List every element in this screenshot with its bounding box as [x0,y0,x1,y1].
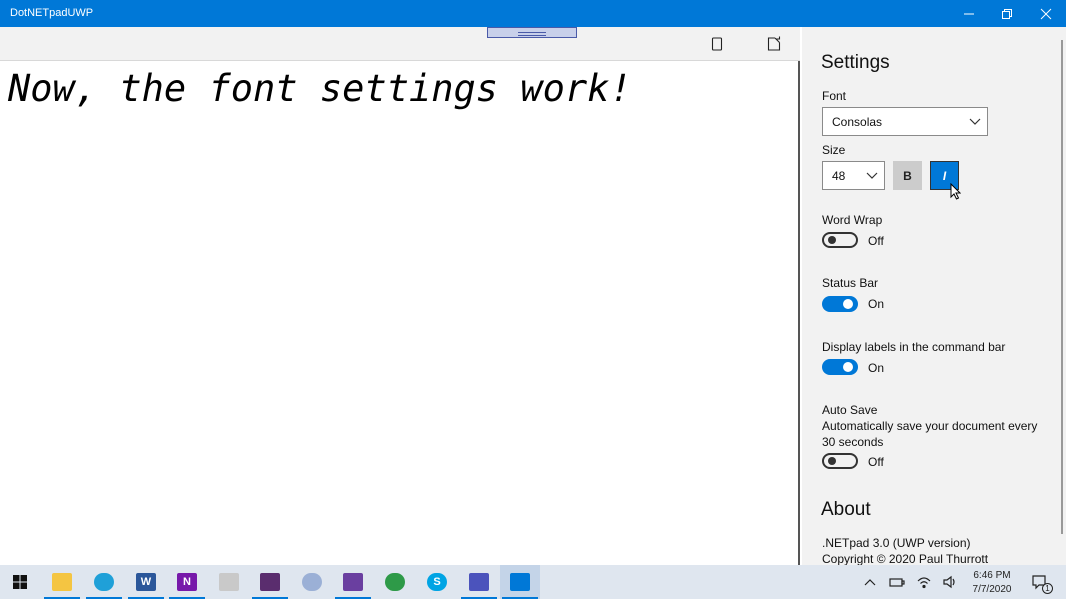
toggle-knob [843,362,853,372]
skype-icon: S [427,573,447,591]
size-value: 48 [832,169,846,183]
auto-save-toggle[interactable] [822,453,858,469]
taskbar-visual-studio[interactable] [333,565,373,599]
speaker-icon [943,575,955,589]
taskbar-onenote[interactable]: N [167,565,207,599]
status-bar-label: Status Bar [822,276,879,290]
word-wrap-state: Off [868,234,884,248]
chevron-down-icon [866,170,878,184]
taskbar-edge[interactable] [84,565,124,599]
editor-text[interactable]: Now, the font settings work! [8,67,632,110]
battery-button[interactable] [885,565,909,599]
settings-scrollbar[interactable] [1061,40,1063,534]
dotnetpad-icon [510,573,530,591]
notification-count-badge: 1 [1042,583,1053,594]
maps-icon [385,573,405,591]
title-bar: DotNETpadUWP [0,0,1066,27]
size-dropdown[interactable]: 48 [822,161,885,190]
settings-title: Settings [821,52,890,73]
file-explorer-icon [52,573,72,591]
onenote-icon: N [177,573,197,591]
chevron-up-icon [864,579,876,586]
action-center-button[interactable]: 1 [1028,565,1053,599]
paint-icon [302,573,322,591]
new-document-button[interactable] [706,34,728,54]
restore-icon [1002,8,1012,19]
taskbar-teams[interactable] [459,565,499,599]
taskbar-dotnetpad[interactable] [500,565,540,599]
status-bar-toggle[interactable] [822,296,858,312]
restore-button[interactable] [988,0,1026,27]
about-copyright: Copyright © 2020 Paul Thurrott [822,552,989,565]
taskbar-file-explorer[interactable] [42,565,82,599]
mouse-cursor-icon [950,182,962,205]
auto-save-label: Auto Save [822,403,878,417]
network-button[interactable] [912,565,936,599]
status-bar-state: On [868,297,885,311]
editor-area[interactable]: Now, the font settings work! [0,61,800,565]
bold-button[interactable]: B [893,161,922,190]
windows-logo-icon [13,575,27,589]
volume-button[interactable] [938,565,962,599]
taskbar-word[interactable]: W [126,565,166,599]
app-window: DotNETpadUWP Now, the font settings work… [0,0,1066,599]
chevron-down-icon [969,116,981,130]
toggle-knob [843,299,853,309]
show-hidden-icons-button[interactable] [858,565,882,599]
word-wrap-toggle[interactable] [822,232,858,248]
auto-save-description: Automatically save your document every 3… [822,419,1038,449]
display-labels-state: On [868,361,885,375]
minimize-button[interactable] [950,0,988,27]
taskbar-skype[interactable]: S [417,565,457,599]
toggle-knob [828,236,836,244]
font-dropdown[interactable]: Consolas [822,107,988,136]
start-button[interactable] [0,565,40,599]
minimize-icon [964,13,974,14]
open-file-icon [767,36,781,51]
word-icon: W [136,573,156,591]
wifi-icon [917,577,931,589]
taskbar-notepad[interactable] [209,565,249,599]
display-labels-label: Display labels in the command bar [822,340,1006,354]
affinity-photo-icon [260,573,280,591]
size-label: Size [822,143,846,157]
window-title: DotNETpadUWP [10,7,94,19]
clock-time: 6:46 PM [973,570,1011,581]
word-wrap-label: Word Wrap [822,213,883,227]
about-title: About [821,499,871,520]
visual-studio-icon [343,573,363,591]
font-value: Consolas [832,115,883,129]
taskbar: W N S 6:46 PM 7/7/2020 1 [0,565,1066,599]
notepad-icon [219,573,239,591]
command-bar [0,27,800,61]
font-label: Font [822,89,847,103]
clock-date: 7/7/2020 [972,584,1012,595]
close-icon [1040,8,1052,19]
settings-pane: Settings Font Consolas Size 48 B I Word … [802,27,1066,565]
drag-handle[interactable] [487,27,577,38]
taskbar-paint[interactable] [292,565,332,599]
close-button[interactable] [1027,0,1065,27]
taskbar-clock[interactable]: 6:46 PM 7/7/2020 [960,569,1024,597]
page-icon [711,37,723,51]
taskbar-maps[interactable] [375,565,415,599]
toggle-knob [828,457,836,465]
battery-icon [889,578,905,587]
about-version: .NETpad 3.0 (UWP version) [822,536,971,550]
open-document-button[interactable] [763,34,785,54]
edge-icon [94,573,114,591]
display-labels-toggle[interactable] [822,359,858,375]
auto-save-state: Off [868,455,884,469]
taskbar-affinity-photo[interactable] [250,565,290,599]
teams-icon [469,573,489,591]
